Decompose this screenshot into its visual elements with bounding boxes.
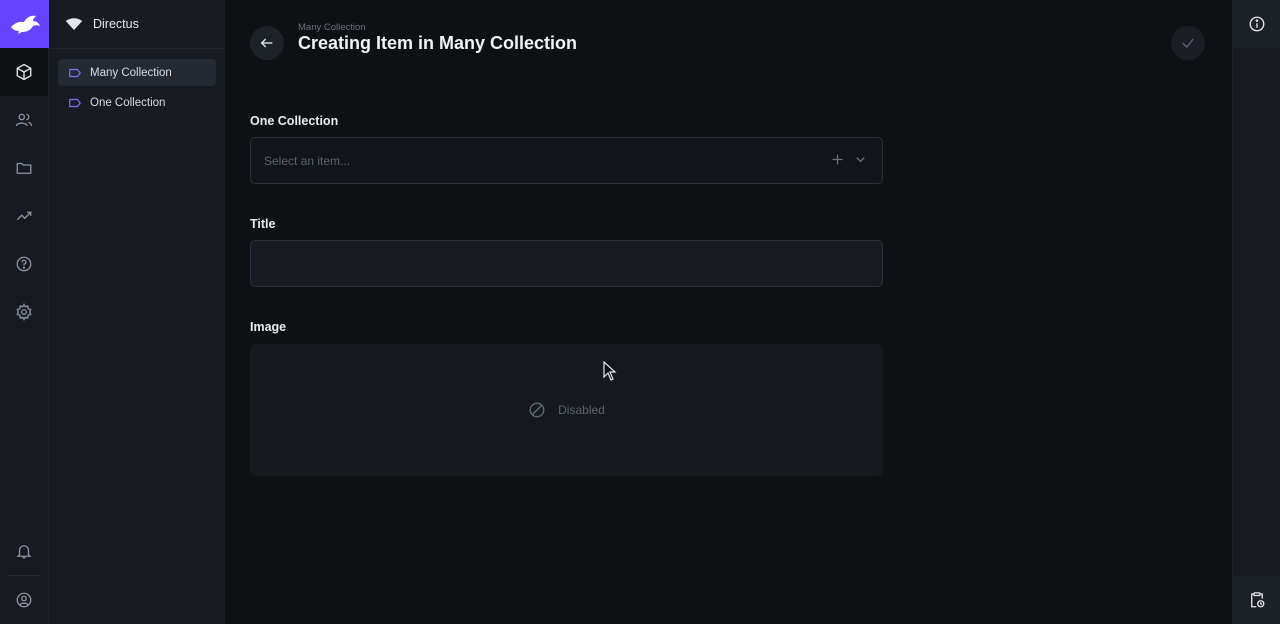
module-help[interactable] [0,240,48,288]
chevron-down-icon[interactable] [853,152,868,167]
main-content: Many Collection Creating Item in Many Co… [225,0,1232,624]
image-label: Image [250,320,287,334]
one-collection-label: One Collection [250,114,339,128]
nav-item-label: Many Collection [90,66,172,79]
directus-logo[interactable] [0,0,49,48]
project-name: Directus [93,17,139,31]
user-account-button[interactable] [0,576,48,624]
module-insights[interactable] [0,192,48,240]
block-icon [529,402,545,418]
module-users[interactable] [0,96,48,144]
disabled-text: Disabled [558,403,605,417]
title-input[interactable] [250,240,883,287]
title-label: Title [250,217,276,231]
insights-icon [16,211,32,221]
project-header[interactable]: Directus [49,0,225,49]
image-field-disabled: Disabled [250,344,883,476]
collection-label-icon [69,98,82,107]
directus-rabbit-icon [10,15,40,34]
info-button[interactable] [1233,0,1280,48]
breadcrumb[interactable]: Many Collection [298,22,366,33]
right-sidebar [1232,0,1280,624]
nav-item-many-collection[interactable]: Many Collection [58,59,216,86]
arrow-left-icon [260,38,273,48]
plus-icon[interactable] [830,152,845,167]
notifications-button[interactable] [0,527,48,575]
notifications-bell-icon [16,545,32,559]
collection-label-icon [69,68,82,77]
clipboard-button[interactable] [1233,576,1280,624]
nav-item-one-collection[interactable]: One Collection [58,89,216,116]
clipboard-clock-icon [1251,592,1265,608]
select-actions [830,152,868,167]
module-files[interactable] [0,144,48,192]
save-button[interactable] [1171,26,1205,60]
one-collection-select[interactable]: Select an item... [250,137,883,184]
info-icon [1249,16,1265,32]
page-title: Creating Item in Many Collection [298,33,578,53]
wifi-icon [65,18,83,30]
user-account-icon [16,592,32,608]
back-button[interactable] [250,26,284,60]
content-box-icon [16,63,32,81]
collection-list: Many Collection One Collection [49,49,225,129]
help-icon [16,256,32,272]
check-icon [1182,38,1194,48]
module-content[interactable] [0,48,48,96]
select-placeholder: Select an item... [264,153,351,168]
navigation-pane: Directus Many Collection One Collection [49,0,225,624]
nav-item-label: One Collection [90,96,166,109]
mouse-cursor-icon [603,361,617,381]
module-bar [0,0,49,624]
folder-icon [16,162,32,174]
users-icon [15,113,33,127]
settings-gear-icon [16,303,32,321]
module-settings[interactable] [0,288,48,336]
